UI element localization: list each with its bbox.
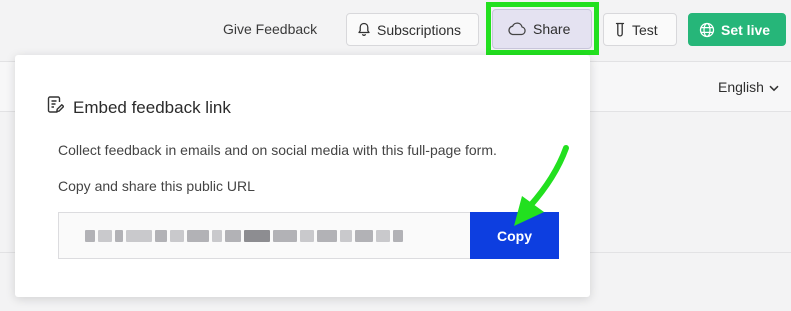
redacted-text bbox=[212, 229, 222, 242]
redacted-text bbox=[187, 229, 209, 242]
test-label: Test bbox=[632, 21, 658, 38]
share-label: Share bbox=[533, 21, 571, 37]
chevron-down-icon bbox=[769, 79, 779, 95]
document-edit-icon bbox=[47, 96, 65, 119]
set-live-label: Set live bbox=[721, 21, 771, 38]
redacted-text bbox=[340, 229, 352, 242]
app-screen: Give Feedback Subscriptions Share Test S… bbox=[0, 0, 791, 311]
redacted-text bbox=[85, 229, 95, 242]
public-url-field[interactable] bbox=[58, 212, 470, 259]
share-button[interactable]: Share bbox=[492, 9, 592, 49]
redacted-text bbox=[98, 229, 112, 242]
redacted-text bbox=[376, 229, 390, 242]
give-feedback-link[interactable]: Give Feedback bbox=[223, 21, 317, 37]
redacted-text bbox=[393, 229, 403, 242]
redacted-text bbox=[273, 229, 297, 242]
copy-button[interactable]: Copy bbox=[470, 212, 559, 259]
embed-popover: Embed feedback link Collect feedback in … bbox=[15, 55, 590, 297]
popover-title-text: Embed feedback link bbox=[73, 97, 231, 117]
redacted-text bbox=[317, 229, 337, 242]
popover-title: Embed feedback link bbox=[47, 96, 231, 119]
redacted-text bbox=[225, 229, 241, 242]
redacted-text bbox=[244, 229, 270, 242]
copy-url-label: Copy and share this public URL bbox=[58, 178, 255, 194]
redacted-text bbox=[300, 229, 314, 242]
language-label: English bbox=[718, 79, 764, 95]
cloud-icon bbox=[507, 22, 527, 36]
flask-icon bbox=[614, 22, 626, 38]
set-live-button[interactable]: Set live bbox=[688, 13, 786, 46]
redacted-text bbox=[355, 229, 373, 242]
subscriptions-button[interactable]: Subscriptions bbox=[346, 13, 479, 46]
redacted-text bbox=[126, 229, 152, 242]
bell-icon bbox=[357, 22, 371, 37]
redacted-text bbox=[155, 229, 167, 242]
subscriptions-label: Subscriptions bbox=[377, 21, 462, 38]
language-select[interactable]: English bbox=[718, 79, 779, 95]
redacted-text bbox=[115, 229, 123, 242]
popover-description: Collect feedback in emails and on social… bbox=[58, 142, 497, 158]
test-button[interactable]: Test bbox=[603, 13, 677, 46]
globe-icon bbox=[699, 22, 715, 38]
redacted-text bbox=[170, 229, 184, 242]
